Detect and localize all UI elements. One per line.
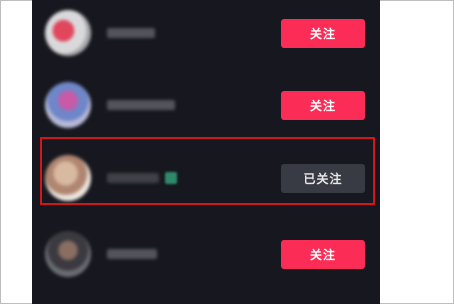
user-avatar[interactable]: [45, 155, 91, 201]
followed-button[interactable]: 已关注: [281, 164, 365, 193]
user-avatar[interactable]: [45, 231, 91, 277]
user-row[interactable]: 已关注: [32, 148, 380, 208]
user-avatar[interactable]: [45, 10, 91, 56]
username-blurred: [107, 173, 159, 183]
user-row[interactable]: 关注: [32, 224, 380, 284]
username-blurred: [107, 249, 157, 259]
follow-button[interactable]: 关注: [281, 19, 365, 48]
follow-button[interactable]: 关注: [281, 240, 365, 269]
user-avatar[interactable]: [45, 82, 91, 128]
user-row[interactable]: 关注: [32, 3, 380, 63]
username-blurred: [107, 28, 155, 38]
following-list-panel[interactable]: 关注 关注 已关注 关注: [32, 0, 380, 304]
verified-badge-blurred: [165, 172, 177, 184]
follow-button[interactable]: 关注: [281, 91, 365, 120]
username-blurred: [107, 100, 175, 110]
user-row[interactable]: 关注: [32, 75, 380, 135]
